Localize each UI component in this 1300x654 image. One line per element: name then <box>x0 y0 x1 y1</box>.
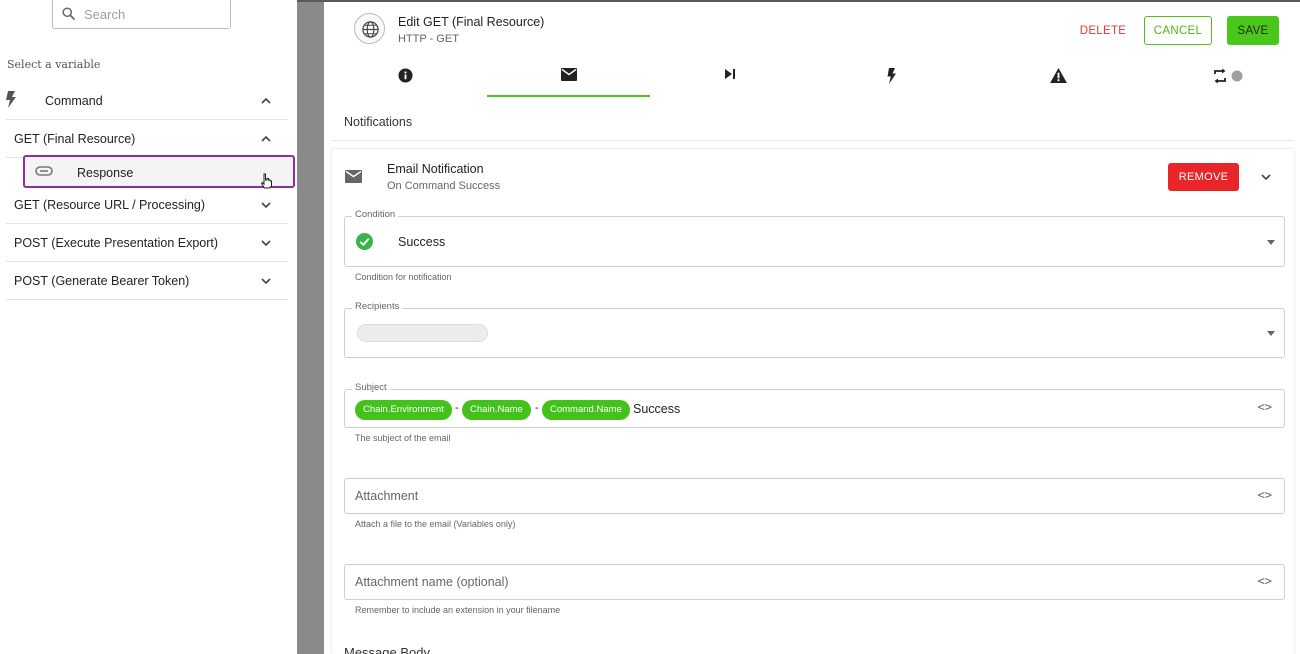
dialog-tabs <box>324 57 1300 97</box>
save-button[interactable]: SAVE <box>1227 16 1279 45</box>
section-title: Notifications <box>344 115 413 129</box>
flash-icon <box>887 68 896 84</box>
dropdown-arrow-icon <box>1267 331 1275 336</box>
variable-group-get-resource-url[interactable]: GET (Resource URL / Processing) <box>6 186 288 224</box>
variable-group-get-final-resource[interactable]: GET (Final Resource) <box>6 120 288 158</box>
search-icon <box>62 7 75 20</box>
attachment-placeholder: Attachment <box>355 489 419 503</box>
chevron-down-icon[interactable] <box>1260 171 1272 183</box>
tab-notifications[interactable] <box>487 57 650 97</box>
attachment-helper: Attach a file to the email (Variables on… <box>355 519 516 529</box>
subject-legend: Subject <box>352 382 390 393</box>
variable-item-response[interactable]: Response <box>23 155 295 189</box>
notification-subtitle: On Command Success <box>387 180 501 192</box>
mail-icon <box>561 68 577 81</box>
subject-separator: - <box>535 402 539 414</box>
variable-group-label: POST (Execute Presentation Export) <box>14 236 219 250</box>
recipients-legend: Recipients <box>352 301 403 312</box>
chevron-up-icon <box>261 97 271 104</box>
subject-helper: The subject of the email <box>355 433 451 443</box>
variable-group-label: GET (Resource URL / Processing) <box>14 198 206 212</box>
recipients-select[interactable]: Recipients <box>344 301 1285 358</box>
chevron-up-icon <box>261 135 271 142</box>
variable-chip[interactable]: Chain.Name <box>462 400 531 420</box>
recipient-chip[interactable] <box>357 324 488 342</box>
search-input[interactable]: Search <box>52 0 231 29</box>
globe-icon <box>354 13 385 44</box>
repeat-icon <box>1214 68 1243 84</box>
subject-separator: - <box>455 402 459 414</box>
variable-item-label: Response <box>77 166 134 180</box>
attachment-name-placeholder: Attachment name (optional) <box>355 575 509 589</box>
search-placeholder: Search <box>84 7 126 22</box>
edit-command-dialog: Edit GET (Final Resource) HTTP - GET DEL… <box>324 2 1300 654</box>
warning-icon <box>1050 68 1067 83</box>
chevron-down-icon <box>261 278 271 285</box>
delete-button[interactable]: DELETE <box>1072 17 1134 44</box>
variable-group-label: Command <box>45 94 103 108</box>
condition-value: Success <box>398 235 446 249</box>
tab-repeat[interactable] <box>1139 57 1300 97</box>
chevron-down-icon <box>261 240 271 247</box>
variable-group-command[interactable]: Command <box>6 82 288 120</box>
check-circle-icon <box>356 233 373 250</box>
attachment-name-helper: Remember to include an extension in your… <box>355 605 561 615</box>
variable-group-label: POST (Generate Bearer Token) <box>14 274 190 288</box>
skip-next-icon <box>725 69 735 79</box>
notification-title: Email Notification <box>387 162 484 176</box>
dialog-subtitle: HTTP - GET <box>398 33 459 45</box>
tab-next-command[interactable] <box>650 57 813 97</box>
variable-chip[interactable]: Command.Name <box>542 400 630 420</box>
attachment-name-input[interactable]: Attachment name (optional) <> <box>344 564 1285 600</box>
attachment-input[interactable]: Attachment <> <box>344 478 1285 514</box>
select-variable-label: Select a variable <box>7 58 101 71</box>
dropdown-arrow-icon <box>1267 240 1275 245</box>
variable-group-post-bearer-token[interactable]: POST (Generate Bearer Token) <box>6 262 288 300</box>
chevron-down-icon <box>261 202 271 209</box>
code-icon[interactable]: <> <box>1258 574 1272 588</box>
subject-text: Success <box>633 402 681 416</box>
condition-legend: Condition <box>352 209 399 220</box>
remove-button[interactable]: REMOVE <box>1168 163 1239 191</box>
flash-icon <box>6 91 16 108</box>
condition-select[interactable]: Condition Success <box>344 209 1285 267</box>
info-icon <box>398 68 413 83</box>
dialog-title: Edit GET (Final Resource) <box>398 15 545 29</box>
tab-errors[interactable] <box>976 57 1139 97</box>
subject-input[interactable]: Subject Chain.Environment - Chain.Name -… <box>344 382 1285 428</box>
condition-helper: Condition for notification <box>355 272 452 282</box>
cancel-button[interactable]: CANCEL <box>1144 16 1212 45</box>
code-icon[interactable]: <> <box>1258 400 1272 414</box>
code-icon[interactable]: <> <box>1258 488 1272 502</box>
attachment-icon <box>35 166 53 176</box>
variable-group-post-execute-export[interactable]: POST (Execute Presentation Export) <box>6 224 288 262</box>
variable-chip[interactable]: Chain.Environment <box>355 400 452 420</box>
mail-icon <box>345 170 362 183</box>
tab-info[interactable] <box>324 57 487 97</box>
tab-triggers[interactable] <box>813 57 976 97</box>
variable-group-label: GET (Final Resource) <box>14 132 136 146</box>
section-divider <box>332 140 1294 141</box>
message-body-label: Message Body <box>344 645 430 654</box>
variable-panel: Search Select a variable Command GET (Fi… <box>0 0 297 654</box>
